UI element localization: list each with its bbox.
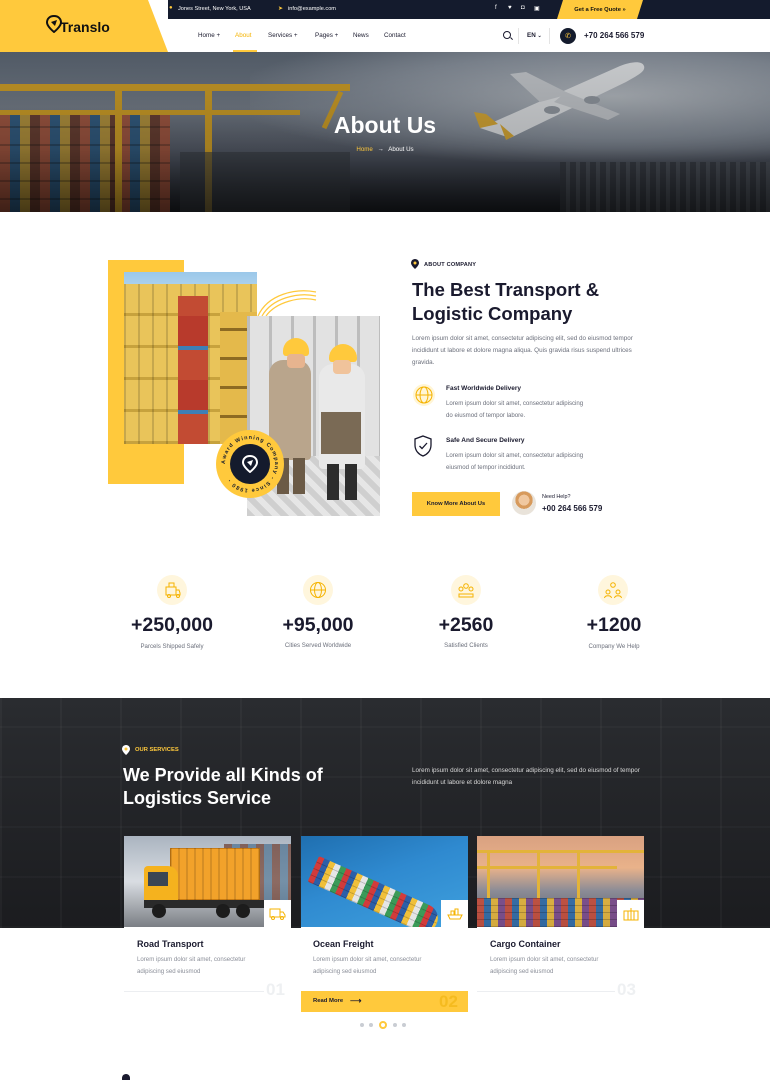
counter-value: +2560 [438,614,494,636]
card-description: Lorem ipsum dolor sit amet, consectetur a… [490,956,599,975]
counter-value: +250,000 [131,614,213,636]
container-icon [617,900,644,927]
globe-icon [303,575,333,605]
counter-label: Cities Served Worldwide [284,642,352,649]
card-number: 03 [617,980,636,999]
services-title: We Provide all Kinds of Logistics Servic… [123,765,323,808]
divider [549,28,550,44]
counter-label: Company We Help [588,643,640,650]
free-quote-button[interactable]: Get a Free Quote » [557,0,643,19]
header-phone[interactable]: +70 264 566 579 [584,31,644,40]
breadcrumb: Home → About Us [0,146,770,153]
know-more-button[interactable]: Know More About Us [412,492,500,516]
location-pin-icon [122,1074,130,1080]
about-tag: ABOUT COMPANY [424,262,477,268]
counter-value: +95,000 [282,614,354,636]
counter-value: +1200 [586,614,642,636]
read-more-button[interactable]: Read More ⟶ 02 [301,991,468,1012]
linkedin-icon[interactable]: ▣ [534,5,540,12]
phone-icon: ✆ [560,28,576,44]
language-selector[interactable]: EN ⌄ [527,32,542,39]
nav-news[interactable]: News [353,32,369,39]
card-title[interactable]: Ocean Freight [313,939,374,949]
containers-photo [124,272,257,444]
service-card-ocean[interactable]: Ocean Freight Lorem ipsum dolor sit amet… [301,836,468,994]
card-description: Lorem ipsum dolor sit amet, consectetur a… [137,956,246,975]
navbar [168,19,770,52]
arrow-right-icon: ⟶ [350,996,362,1005]
instagram-icon[interactable]: ◘ [521,5,525,11]
logo-text[interactable]: Translo [60,19,110,35]
services-tag: OUR SERVICES [135,747,179,753]
feature-description: Lorem ipsum dolor sit amet, consectetur … [446,452,584,471]
about-description: Lorem ipsum dolor sit amet, consectetur … [412,335,633,366]
topbar: ● Jones Street, New York, USA ➤ info@exa… [168,0,770,19]
nav-contact[interactable]: Contact [384,32,406,39]
clients-icon [451,575,481,605]
slider-dot[interactable] [393,1023,397,1027]
page-title: About Us [333,112,437,138]
nav-services[interactable]: Services + [268,32,298,39]
shield-icon [414,435,432,457]
slider-dot[interactable] [369,1023,373,1027]
nav-about[interactable]: About [235,32,251,39]
location-icon: ● [169,5,173,11]
breadcrumb-current: About Us [388,146,414,153]
globe-icon [413,384,435,406]
slider-dot[interactable] [360,1023,364,1027]
about-title: The Best Transport & Logistic Company [412,279,600,324]
breadcrumb-home[interactable]: Home [356,146,373,153]
team-icon [598,575,628,605]
counter-label: Satisfied Clients [444,642,488,649]
chevron-down-icon: ⌄ [537,33,542,39]
nav-pages[interactable]: Pages + [315,32,338,39]
card-title[interactable]: Cargo Container [490,939,561,949]
feature-description: Lorem ipsum dolor sit amet, consectetur … [446,400,584,419]
arrow-right-icon: → [377,146,384,153]
feature-title: Safe And Secure Delivery [446,437,525,444]
slider-dot[interactable] [402,1023,406,1027]
facebook-icon[interactable]: f [495,5,497,11]
card-number: 02 [439,992,458,1011]
services-description: Lorem ipsum dolor sit amet, consectetur … [412,767,640,786]
slider-dot-active[interactable] [379,1021,387,1029]
ship-icon [441,900,468,927]
search-icon[interactable] [503,31,511,39]
topbar-address: Jones Street, New York, USA [178,6,251,12]
feature-title: Fast Worldwide Delivery [446,385,522,392]
avatar [512,491,536,515]
location-pin-icon [122,745,130,755]
service-card-cargo[interactable]: Cargo Container Lorem ipsum dolor sit am… [477,836,644,999]
service-card-road[interactable]: Road Transport Lorem ipsum dolor sit ame… [124,836,291,999]
parcel-icon [157,575,187,605]
nav-home[interactable]: Home + [198,32,220,39]
logo-icon [242,455,258,473]
counter-label: Parcels Shipped Safely [140,643,204,650]
help-label: Need Help? [542,494,571,500]
twitter-icon[interactable]: ♥ [508,5,512,11]
decorative-lines [257,290,317,317]
location-pin-icon [411,259,419,269]
card-description: Lorem ipsum dolor sit amet, consectetur a… [313,956,422,975]
card-number: 01 [266,980,285,999]
card-title[interactable]: Road Transport [137,939,204,949]
help-phone[interactable]: +00 264 566 579 [542,504,602,513]
topbar-email[interactable]: info@example.com [288,6,336,12]
send-icon: ➤ [278,6,284,12]
truck-icon [264,900,291,927]
divider [518,28,519,44]
